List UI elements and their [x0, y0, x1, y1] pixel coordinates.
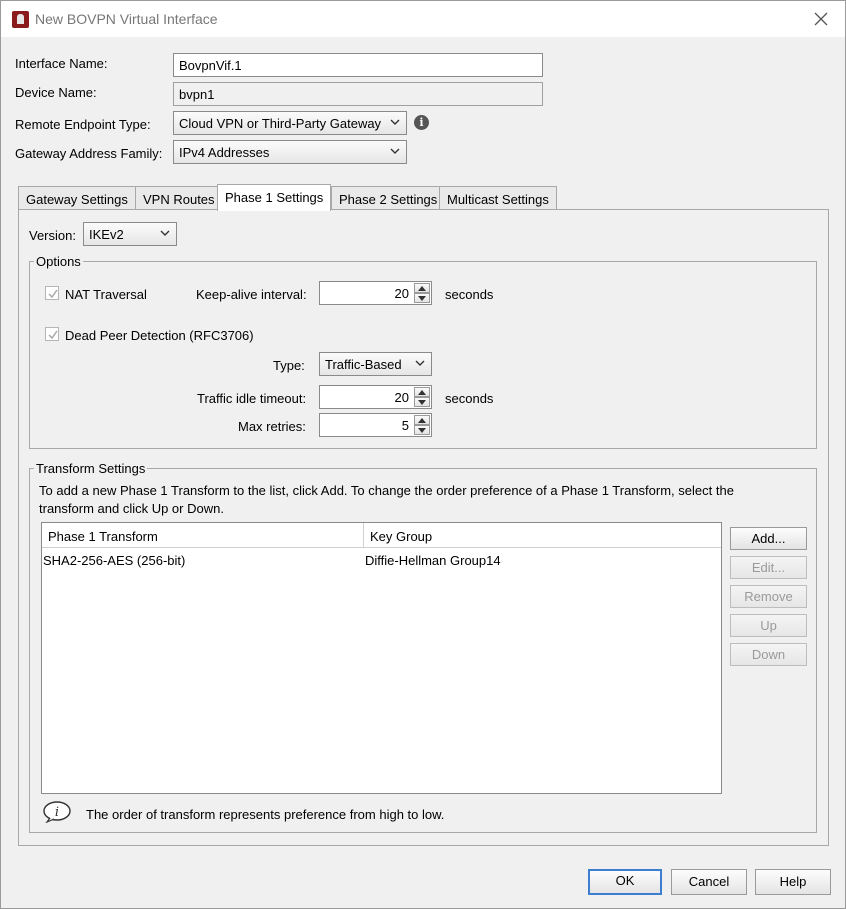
chevron-down-icon [160, 230, 170, 236]
idle-timeout-unit: seconds [445, 391, 494, 406]
interface-name-input[interactable]: BovpnVif.1 [173, 53, 543, 77]
column-divider[interactable] [363, 523, 364, 548]
transform-instructions-line1: To add a new Phase 1 Transform to the li… [39, 483, 734, 498]
up-button[interactable]: Up [730, 614, 807, 637]
idle-timeout-label: Traffic idle timeout: [197, 391, 307, 406]
help-button[interactable]: Help [755, 869, 831, 895]
keepalive-spinner[interactable]: 20 [319, 281, 432, 305]
remote-endpoint-value: Cloud VPN or Third-Party Gateway [179, 116, 382, 131]
version-value: IKEv2 [89, 227, 124, 242]
remote-endpoint-label: Remote Endpoint Type: [15, 117, 151, 132]
nat-traversal-checkbox[interactable] [45, 286, 59, 300]
table-row[interactable]: SHA2-256-AES (256-bit) Diffie-Hellman Gr… [42, 549, 721, 571]
ok-button[interactable]: OK [588, 869, 662, 895]
transform-settings-title: Transform Settings [34, 461, 148, 476]
transform-instructions-line2: transform and click Up or Down. [39, 501, 224, 516]
transform-order-note: The order of transform represents prefer… [86, 807, 445, 822]
checkmark-icon [48, 289, 58, 299]
info-icon[interactable]: i [414, 115, 429, 130]
nat-traversal-label: NAT Traversal [65, 287, 147, 302]
dpd-type-select[interactable]: Traffic-Based [319, 352, 432, 376]
chevron-down-icon [418, 428, 426, 433]
dialog-window: New BOVPN Virtual Interface Interface Na… [0, 0, 846, 909]
window-title: New BOVPN Virtual Interface [35, 11, 218, 27]
column-header-key-group[interactable]: Key Group [370, 529, 432, 544]
app-logo-icon [12, 11, 29, 28]
chevron-down-icon [415, 360, 425, 366]
device-name-field: bvpn1 [173, 82, 543, 106]
max-retries-label: Max retries: [238, 419, 306, 434]
keepalive-unit: seconds [445, 287, 494, 302]
spin-up-button[interactable] [414, 283, 430, 293]
cancel-button[interactable]: Cancel [671, 869, 747, 895]
tab-phase2-settings[interactable]: Phase 2 Settings [331, 186, 446, 210]
dpd-type-value: Traffic-Based [325, 357, 402, 372]
table-header: Phase 1 Transform Key Group [42, 523, 721, 548]
remove-button[interactable]: Remove [730, 585, 807, 608]
dead-peer-detection-label: Dead Peer Detection (RFC3706) [65, 328, 254, 343]
add-button[interactable]: Add... [730, 527, 807, 550]
tab-gateway-settings[interactable]: Gateway Settings [18, 186, 136, 210]
chevron-down-icon [390, 119, 400, 125]
tab-vpn-routes[interactable]: VPN Routes [135, 186, 223, 210]
device-name-label: Device Name: [15, 85, 97, 100]
dpd-type-label: Type: [273, 358, 305, 373]
chevron-down-icon [418, 296, 426, 301]
chevron-up-icon [418, 390, 426, 395]
table-cell-key-group: Diffie-Hellman Group14 [365, 553, 501, 568]
spin-down-button[interactable] [414, 293, 430, 303]
chevron-down-icon [418, 400, 426, 405]
chevron-up-icon [418, 418, 426, 423]
down-button[interactable]: Down [730, 643, 807, 666]
title-bar: New BOVPN Virtual Interface [1, 1, 845, 37]
info-bubble-icon: i [43, 801, 71, 823]
transform-table: Phase 1 Transform Key Group SHA2-256-AES… [41, 522, 722, 794]
chevron-up-icon [418, 286, 426, 291]
max-retries-value: 5 [401, 418, 409, 433]
idle-timeout-value: 20 [394, 390, 409, 405]
spin-up-button[interactable] [414, 387, 430, 397]
table-cell-transform: SHA2-256-AES (256-bit) [43, 553, 186, 568]
spin-down-button[interactable] [414, 425, 430, 435]
gateway-family-value: IPv4 Addresses [179, 145, 270, 160]
spin-down-button[interactable] [414, 397, 430, 407]
tab-phase1-settings[interactable]: Phase 1 Settings [217, 184, 332, 211]
column-header-phase1-transform[interactable]: Phase 1 Transform [48, 529, 158, 544]
spin-up-button[interactable] [414, 415, 430, 425]
version-select[interactable]: IKEv2 [83, 222, 177, 246]
edit-button[interactable]: Edit... [730, 556, 807, 579]
options-group-title: Options [34, 254, 83, 269]
tab-multicast-settings[interactable]: Multicast Settings [439, 186, 557, 210]
close-icon[interactable] [811, 9, 831, 29]
interface-name-label: Interface Name: [15, 56, 108, 71]
svg-text:i: i [55, 805, 59, 820]
chevron-down-icon [390, 148, 400, 154]
keepalive-label: Keep-alive interval: [196, 287, 307, 302]
gateway-family-select[interactable]: IPv4 Addresses [173, 140, 407, 164]
checkmark-icon [48, 330, 58, 340]
keepalive-value: 20 [394, 286, 409, 301]
idle-timeout-spinner[interactable]: 20 [319, 385, 432, 409]
max-retries-spinner[interactable]: 5 [319, 413, 432, 437]
dead-peer-detection-checkbox[interactable] [45, 327, 59, 341]
remote-endpoint-select[interactable]: Cloud VPN or Third-Party Gateway [173, 111, 407, 135]
version-label: Version: [29, 228, 76, 243]
gateway-family-label: Gateway Address Family: [15, 146, 163, 161]
